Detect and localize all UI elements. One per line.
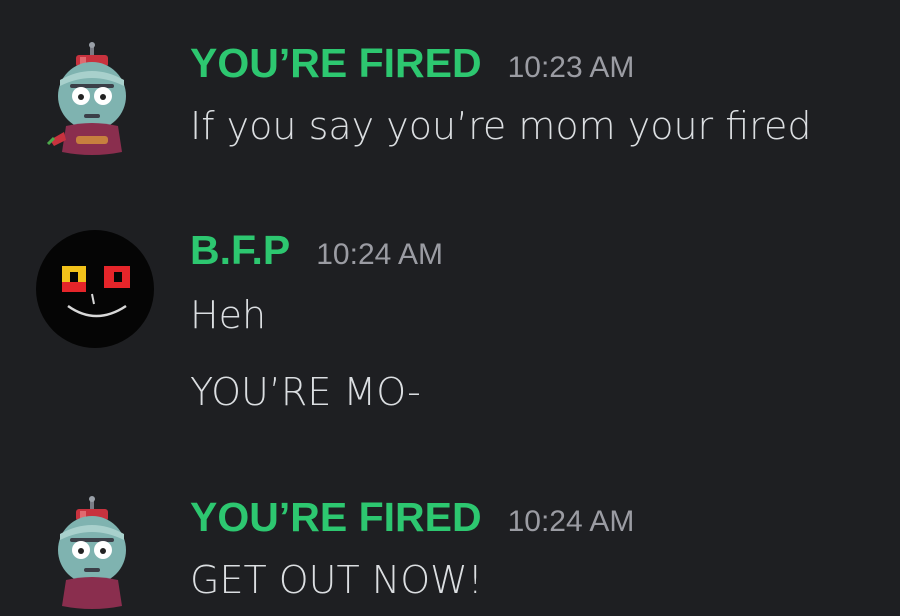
message-text: GET OUT NOW!	[190, 558, 483, 602]
dark-face-avatar-icon[interactable]	[36, 230, 154, 348]
message-text: If you say you’re mom your fired	[190, 104, 812, 148]
author-name[interactable]: B.F.P	[190, 227, 290, 274]
chat-message-list: YOU’RE FIRED 10:23 AM If you say you’re …	[0, 0, 900, 609]
message-text: YOU’RE MO-	[190, 370, 421, 414]
message-header: YOU’RE FIRED 10:23 AM	[190, 40, 634, 87]
message-timestamp: 10:24 AM	[316, 238, 444, 271]
message-timestamp: 10:23 AM	[507, 51, 635, 84]
message-timestamp: 10:24 AM	[507, 505, 635, 538]
author-name[interactable]: YOU’RE FIRED	[190, 494, 482, 541]
robot-avatar-icon[interactable]	[36, 40, 154, 158]
message-header: YOU’RE FIRED 10:24 AM	[190, 494, 634, 541]
robot-avatar-icon[interactable]	[36, 494, 154, 612]
message-text: Heh	[190, 293, 267, 337]
author-name[interactable]: YOU’RE FIRED	[190, 40, 482, 87]
message-header: B.F.P 10:24 AM	[190, 227, 443, 274]
